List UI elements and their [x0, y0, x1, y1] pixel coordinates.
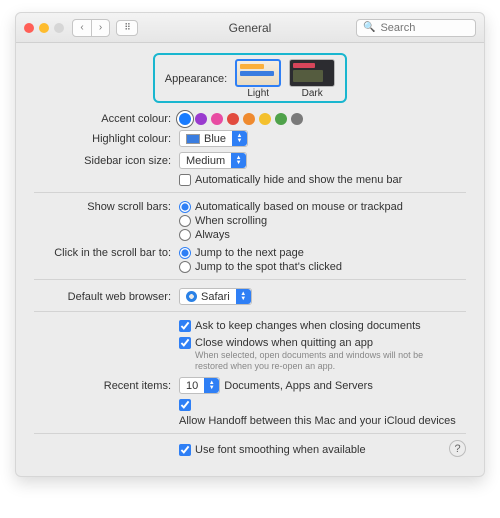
accent-label: Accent colour:	[34, 113, 179, 125]
close-win-checkbox[interactable]	[179, 337, 191, 349]
minimize-icon[interactable]	[39, 23, 49, 33]
close-win-subtext: When selected, open documents and window…	[179, 350, 449, 372]
titlebar: ‹ › ⠿ General 🔍	[16, 13, 484, 43]
click-sb-opt1[interactable]: Jump to the next page	[179, 247, 304, 259]
recent-value: 10	[180, 380, 204, 392]
chevron-updown-icon: ▲▼	[231, 153, 246, 168]
font-smooth-checkbox[interactable]	[179, 444, 191, 456]
font-smooth-label: Use font smoothing when available	[195, 444, 366, 456]
nav-buttons: ‹ ›	[72, 19, 110, 37]
appearance-highlight: Appearance: Light Dark	[153, 53, 347, 103]
appearance-label: Appearance:	[165, 73, 227, 85]
highlight-value: Blue	[204, 133, 226, 145]
click-radio-spot[interactable]	[179, 261, 191, 273]
traffic-lights	[24, 23, 64, 33]
click-sb-opt2[interactable]: Jump to the spot that's clicked	[179, 261, 342, 273]
browser-label: Default web browser:	[34, 291, 179, 303]
accent-orange[interactable]	[243, 113, 255, 125]
preferences-window: ‹ › ⠿ General 🔍 Appearance: Light Dark	[15, 12, 485, 477]
forward-button[interactable]: ›	[91, 20, 109, 36]
highlight-popup[interactable]: Blue ▲▼	[179, 130, 248, 147]
accent-yellow[interactable]	[259, 113, 271, 125]
close-win-label: Close windows when quitting an app	[195, 337, 373, 349]
accent-red[interactable]	[227, 113, 239, 125]
recent-suffix: Documents, Apps and Servers	[224, 380, 373, 392]
search-field[interactable]: 🔍	[356, 19, 476, 37]
search-input[interactable]	[378, 21, 468, 35]
click-sb-label: Click in the scroll bar to:	[34, 247, 179, 259]
content: Appearance: Light Dark Accent colour:	[16, 43, 484, 476]
ask-keep-checkbox[interactable]	[179, 320, 191, 332]
search-icon: 🔍	[363, 22, 375, 33]
scroll-opt2[interactable]: When scrolling	[179, 215, 267, 227]
help-button[interactable]: ?	[449, 440, 466, 457]
highlight-label: Highlight colour:	[34, 133, 179, 145]
scroll-opt3[interactable]: Always	[179, 229, 230, 241]
menubar-hide-label: Automatically hide and show the menu bar	[195, 174, 402, 186]
appearance-light[interactable]: Light	[235, 59, 281, 99]
ask-keep-label: Ask to keep changes when closing documen…	[195, 320, 421, 332]
close-icon[interactable]	[24, 23, 34, 33]
color-chip-icon	[186, 134, 200, 144]
handoff-label: Allow Handoff between this Mac and your …	[179, 415, 456, 427]
chevron-updown-icon: ▲▼	[204, 378, 219, 393]
dark-thumb-icon	[289, 59, 335, 87]
scroll-label: Show scroll bars:	[34, 201, 179, 213]
safari-icon	[186, 291, 197, 302]
scroll-radio-always[interactable]	[179, 229, 191, 241]
accent-swatches	[179, 113, 466, 125]
browser-value: Safari	[201, 291, 230, 303]
accent-green[interactable]	[275, 113, 287, 125]
scroll-opt1[interactable]: Automatically based on mouse or trackpad	[179, 201, 403, 213]
browser-popup[interactable]: Safari ▲▼	[179, 288, 252, 305]
appearance-dark[interactable]: Dark	[289, 59, 335, 99]
menubar-hide-checkbox[interactable]	[179, 174, 191, 186]
dark-label: Dark	[302, 88, 323, 99]
back-button[interactable]: ‹	[73, 20, 91, 36]
light-label: Light	[247, 88, 269, 99]
maximize-icon[interactable]	[54, 23, 64, 33]
scroll-radio-auto[interactable]	[179, 201, 191, 213]
sidebar-popup[interactable]: Medium ▲▼	[179, 152, 247, 169]
light-thumb-icon	[235, 59, 281, 87]
chevron-updown-icon: ▲▼	[232, 131, 247, 146]
recent-popup[interactable]: 10 ▲▼	[179, 377, 220, 394]
show-all-button[interactable]: ⠿	[116, 20, 138, 36]
sidebar-label: Sidebar icon size:	[34, 155, 179, 167]
accent-grey[interactable]	[291, 113, 303, 125]
accent-blue[interactable]	[179, 113, 191, 125]
chevron-updown-icon: ▲▼	[236, 289, 251, 304]
click-radio-next[interactable]	[179, 247, 191, 259]
accent-pink[interactable]	[211, 113, 223, 125]
scroll-radio-when[interactable]	[179, 215, 191, 227]
handoff-checkbox[interactable]	[179, 399, 191, 411]
accent-purple[interactable]	[195, 113, 207, 125]
sidebar-value: Medium	[180, 155, 231, 167]
recent-label: Recent items:	[34, 380, 179, 392]
